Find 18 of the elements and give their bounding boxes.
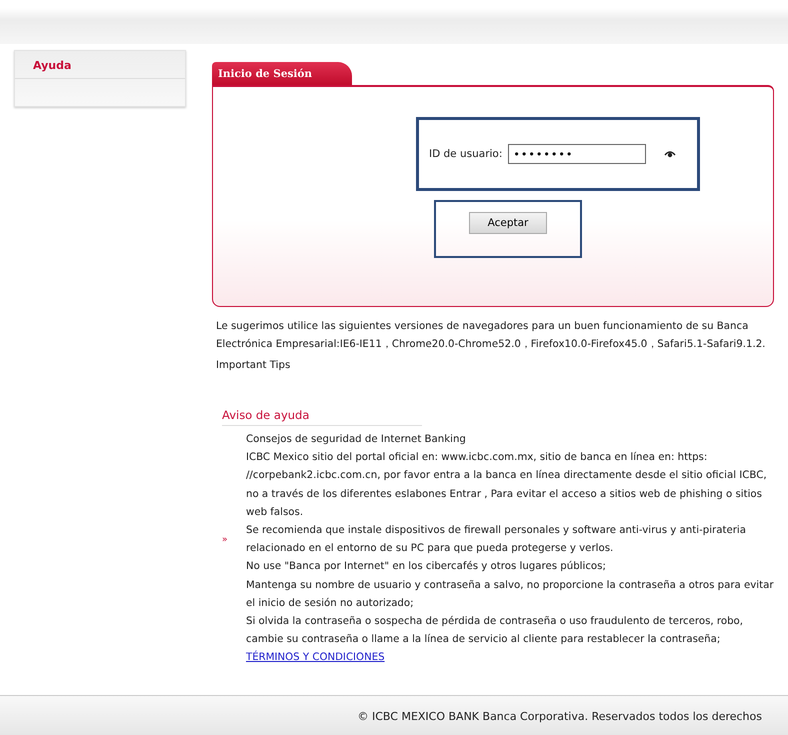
browser-note: Le sugerimos utilice las siguientes versiones de navegadores para un buen funcionamiento de su Banca Electrónica Empresarial:IE6-IE11，Chrome20.0-Chrome52.0，Firefox10.0-Firefox45.0，Safari5.1-Safari9.1.2. xyxy=(216,320,766,352)
user-id-label: ID de usuario: xyxy=(429,148,502,160)
user-id-field[interactable]: •••••••• xyxy=(508,144,646,164)
help-tip: Si olvida la contraseña o sospecha de pérdida de contraseña o uso fraudulento de terceros, robo, cambie su contraseña o llame a la línea de servicio al cliente para restablecer la contraseña; xyxy=(246,614,744,648)
help-tip: No use "Banca por Internet" en los cibercafés y otros lugares públicos; xyxy=(246,560,607,574)
help-tip: Se recomienda que instale dispositivos de firewall personales y software anti-virus y anti-pirateria relacionado en el entorno de su PC para que pueda protegerse y verlos. xyxy=(246,524,747,556)
terms-link[interactable]: TÉRMINOS Y CONDICIONES xyxy=(246,652,385,664)
accept-button[interactable]: Aceptar xyxy=(469,212,547,234)
important-tips: Important Tips xyxy=(216,360,292,371)
bullet-icon: » xyxy=(222,531,228,550)
copyright-text: © ICBC MEXICO BANK Banca Corporativa. Reservados todos los derechos xyxy=(358,710,762,722)
login-tab[interactable]: Inicio de Sesión xyxy=(212,62,352,85)
help-tip: ICBC Mexico sitio del portal oficial en: www.icbc.com.mx, sitio de banca en línea en: https: //corpebank2.icbc.com.cn, por favor entra a la banca en línea directamente desde el sitio oficial ICBC, no a través de los diferentes eslabones Entrar , Para evitar el acceso a sitios web de phishing o sitios web falsos. xyxy=(246,450,768,520)
eye-icon[interactable] xyxy=(664,150,676,158)
help-tip: Consejos de seguridad de Internet Banking xyxy=(246,433,467,447)
help-tip: Mantenga su nombre de usuario y contraseña a salvo, no proporcione la contraseña a otros para evitar el inicio de sesión no autorizado; xyxy=(246,578,774,611)
sidebar-item[interactable]: Ayuda xyxy=(15,51,185,79)
help-title: Aviso de ayuda xyxy=(222,408,422,426)
